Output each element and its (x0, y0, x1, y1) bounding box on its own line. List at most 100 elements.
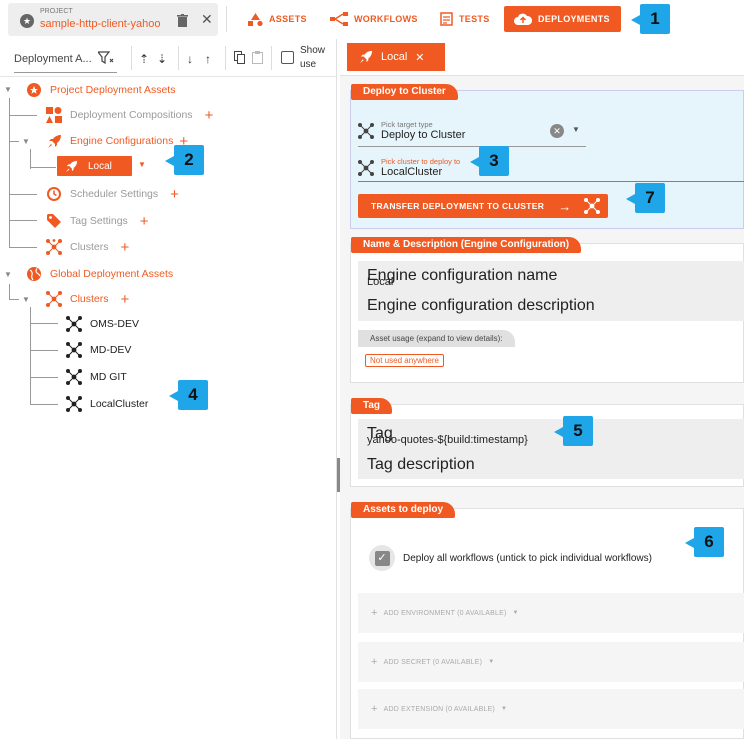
add-icon[interactable]: + (205, 107, 214, 124)
app-root: ★ PROJECT sample-http-client-yahoo ✕ ASS… (0, 0, 744, 739)
tree-connector (9, 247, 37, 248)
divider (131, 46, 132, 70)
expand-all-icon[interactable]: ⇡ (139, 52, 149, 66)
add-icon[interactable]: + (140, 213, 149, 230)
nav-assets-label: ASSETS (269, 14, 307, 24)
add-icon[interactable]: + (121, 239, 130, 256)
callout-6: 6 (685, 527, 724, 557)
rocket-icon (359, 50, 373, 64)
nav-tests[interactable]: TESTS (440, 6, 490, 32)
tree-cluster-item[interactable]: LocalCluster (66, 395, 148, 413)
tree-global-clusters[interactable]: Clusters + (46, 290, 129, 308)
tree-global-assets[interactable]: Global Deployment Assets (26, 265, 173, 283)
trash-icon[interactable] (177, 14, 188, 27)
arrow-up-icon[interactable]: ↑ (205, 52, 211, 66)
tag-description-label: Tag description (367, 456, 475, 473)
cluster-icon (66, 396, 82, 412)
add-environment-label: ADD ENVIRONMENT (0 AVAILABLE) (383, 609, 507, 617)
cluster-icon (46, 291, 62, 307)
nav-workflows-label: WORKFLOWS (354, 14, 418, 24)
copy-icon[interactable] (234, 51, 246, 64)
nav-deployments[interactable]: DEPLOYMENTS (504, 6, 621, 32)
add-icon[interactable]: + (170, 186, 179, 203)
transfer-button-label: TRANSFER DEPLOYMENT TO CLUSTER (371, 201, 545, 211)
card-title: Deploy to Cluster (351, 84, 458, 100)
cluster-icon (66, 342, 82, 358)
cluster-value: LocalCluster (381, 166, 443, 178)
not-used-badge: Not used anywhere (365, 354, 444, 367)
tree-project-assets[interactable]: Project Deployment Assets (26, 81, 175, 99)
chevron-down-icon[interactable]: ▼ (138, 160, 146, 169)
top-bar: ★ PROJECT sample-http-client-yahoo ✕ ASS… (0, 0, 744, 38)
cluster-select[interactable]: Pick cluster to deploy to LocalCluster (358, 155, 744, 182)
caret-down-icon[interactable]: ▼ (22, 137, 30, 146)
tag-card: Tag Tag yahoo-quotes-${build:timestamp} … (350, 398, 744, 487)
filter-icon[interactable] (98, 51, 114, 64)
caret-down-icon[interactable]: ▼ (4, 270, 12, 279)
caret-down-icon[interactable]: ▼ (22, 295, 30, 304)
cluster-icon (66, 316, 82, 332)
chevron-down-icon[interactable]: ▼ (572, 125, 580, 134)
add-icon[interactable]: + (121, 291, 130, 308)
cloud-upload-icon (514, 13, 532, 25)
checkbox[interactable]: ✓ (369, 545, 395, 571)
collapse-all-icon[interactable]: ⇣ (157, 52, 167, 66)
clear-icon[interactable]: ✕ (550, 124, 564, 138)
caret-down-icon: ▼ (500, 706, 508, 712)
add-environment-button[interactable]: + ADD ENVIRONMENT (0 AVAILABLE) ▼ (358, 593, 744, 633)
tests-icon (440, 12, 453, 26)
tree-connector (30, 404, 58, 405)
show-use-checkbox[interactable] (281, 51, 294, 64)
tree-engine-configurations[interactable]: Engine Configurations + (46, 132, 188, 150)
close-icon[interactable]: ✕ (201, 11, 213, 28)
close-icon[interactable]: ✕ (415, 51, 424, 64)
right-pane: Local ✕ Deploy to Cluster Pick target ty… (340, 39, 744, 739)
caret-down-icon[interactable]: ▼ (4, 85, 12, 94)
rocket-icon (65, 160, 78, 172)
nav-tests-label: TESTS (459, 14, 490, 24)
engine-config-name-value: Local (367, 276, 394, 288)
tree-cluster-item[interactable]: MD GIT (66, 368, 127, 386)
tree-connector (30, 377, 58, 378)
tree-cluster-label: LocalCluster (90, 398, 149, 410)
tree-scheduler-settings-label: Scheduler Settings (70, 188, 159, 200)
add-secret-button[interactable]: + ADD SECRET (0 AVAILABLE) ▼ (358, 642, 744, 682)
arrow-right-icon: → (558, 198, 572, 214)
tree-cluster-item[interactable]: MD-DEV (66, 341, 131, 359)
target-type-select[interactable]: Pick target type Deploy to Cluster ✕ ▼ (358, 117, 586, 147)
tab-local-label: Local (381, 51, 408, 63)
project-label: PROJECT (40, 8, 73, 15)
engine-config-name-field[interactable]: Engine configuration name Local Engine c… (358, 261, 744, 321)
add-extension-button[interactable]: + ADD EXTENSION (0 AVAILABLE) ▼ (358, 689, 744, 729)
deploy-to-cluster-card: Deploy to Cluster Pick target type Deplo… (350, 84, 744, 229)
tree-connector (9, 98, 10, 248)
tree-tag-settings[interactable]: Tag Settings + (46, 212, 149, 230)
card-title: Tag (351, 398, 393, 414)
cluster-icon (583, 198, 600, 214)
tree-connector (9, 194, 37, 195)
asset-usage-toggle[interactable]: Asset usage (expand to view details): (358, 330, 515, 347)
tree-local[interactable]: Local (57, 156, 132, 176)
tree-clusters-label: Clusters (70, 241, 109, 253)
project-tab[interactable]: ★ PROJECT sample-http-client-yahoo ✕ (8, 3, 218, 36)
nav-assets[interactable]: ASSETS (248, 6, 307, 32)
tag-value: yahoo-quotes-${build:timestamp} (367, 434, 528, 446)
deploy-all-workflows-label: Deploy all workflows (untick to pick ind… (403, 552, 652, 564)
callout-4: 4 (169, 380, 208, 410)
transfer-deployment-button[interactable]: TRANSFER DEPLOYMENT TO CLUSTER → (358, 194, 608, 218)
arrow-down-icon[interactable]: ↓ (187, 52, 193, 66)
tag-field[interactable]: Tag yahoo-quotes-${build:timestamp} Tag … (358, 419, 744, 479)
deploy-all-workflows-checkbox[interactable]: ✓ Deploy all workflows (untick to pick i… (369, 545, 652, 571)
tree-clusters[interactable]: Clusters + (46, 238, 129, 256)
divider (226, 6, 227, 32)
tree-cluster-item[interactable]: OMS-DEV (66, 315, 139, 333)
tree-scheduler-settings[interactable]: Scheduler Settings + (46, 185, 179, 203)
nav-workflows[interactable]: WORKFLOWS (330, 6, 418, 32)
editor-tab-bar: Local ✕ (340, 39, 744, 76)
caret-down-icon: ▼ (512, 610, 519, 616)
target-type-label: Pick target type (381, 120, 433, 129)
tree-deployment-compositions[interactable]: Deployment Compositions + (46, 106, 213, 124)
paste-icon[interactable] (252, 51, 263, 64)
shapes-icon (248, 12, 263, 26)
tab-local[interactable]: Local ✕ (347, 43, 445, 71)
